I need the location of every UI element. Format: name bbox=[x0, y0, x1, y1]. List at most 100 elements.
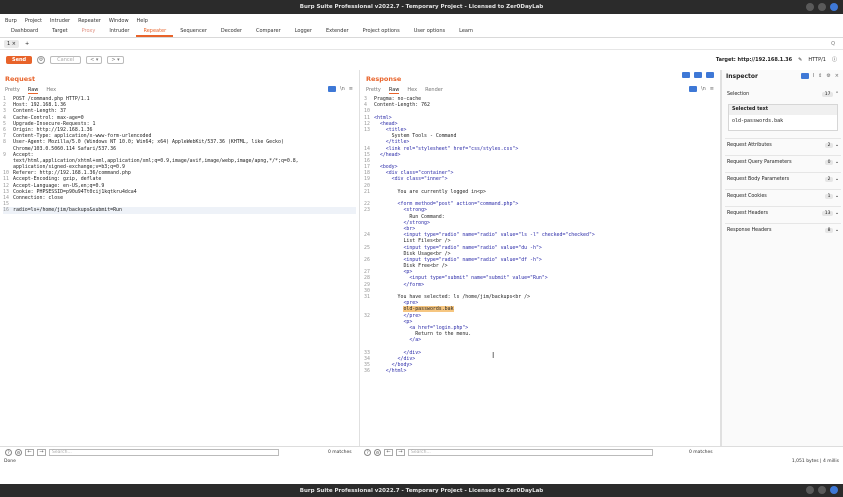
menu-icon[interactable]: ≡ bbox=[349, 86, 353, 92]
tab-intruder[interactable]: Intruder bbox=[102, 26, 136, 37]
search-icon[interactable]: Q bbox=[831, 41, 835, 47]
prev-match-icon[interactable]: ← bbox=[25, 449, 34, 456]
maximize-icon[interactable] bbox=[818, 3, 826, 11]
close-icon[interactable]: × bbox=[835, 73, 839, 79]
response-search-input[interactable]: Search... bbox=[408, 449, 653, 456]
inspector-row-request-attributes[interactable]: Request Attributes 2 ⌄ bbox=[725, 138, 841, 151]
sort-icon[interactable]: I bbox=[813, 73, 814, 79]
chevron-down-icon[interactable]: ⌄ bbox=[833, 143, 839, 148]
chevron-down-icon[interactable]: ⌄ bbox=[833, 228, 839, 233]
expand-icon[interactable]: ⇕ bbox=[818, 73, 822, 79]
close-icon[interactable] bbox=[830, 3, 838, 11]
tab-sequencer[interactable]: Sequencer bbox=[173, 26, 214, 37]
settings-icon[interactable]: ⚙ bbox=[374, 449, 381, 456]
help-icon[interactable]: ? bbox=[364, 449, 371, 456]
response-code: You are currently logged in<p> bbox=[374, 188, 486, 195]
status-text: Done bbox=[4, 459, 16, 464]
maximize-icon[interactable] bbox=[818, 486, 826, 494]
tab-logger[interactable]: Logger bbox=[288, 26, 319, 37]
inspector-row-request-headers[interactable]: Request Headers 13 ⌄ bbox=[725, 206, 841, 219]
back-button[interactable]: < ▾ bbox=[86, 56, 103, 64]
pretty-toggle-icon[interactable] bbox=[327, 86, 336, 92]
inspector-row-request-query-parameters[interactable]: Request Query Parameters 0 ⌄ bbox=[725, 155, 841, 168]
cancel-button[interactable]: Cancel bbox=[50, 56, 82, 64]
settings-icon[interactable]: ⚙ bbox=[15, 449, 22, 456]
menu-item-help[interactable]: Help bbox=[137, 18, 148, 24]
layout-split-icon[interactable] bbox=[682, 72, 690, 78]
add-tab-button[interactable]: + bbox=[25, 41, 29, 47]
response-tab-hex[interactable]: Hex bbox=[407, 87, 417, 94]
selection-row[interactable]: Selection 17 ⌃ bbox=[725, 88, 841, 101]
response-code: </form> bbox=[374, 281, 425, 288]
request-search-controls: ? ⚙ ← → Search... bbox=[5, 449, 279, 456]
repeater-tabs: 1 × + Q bbox=[0, 39, 843, 50]
tab-project-options[interactable]: Project options bbox=[356, 26, 407, 37]
edit-target-icon[interactable]: ✎ bbox=[798, 57, 802, 63]
inspector-row-response-headers[interactable]: Response Headers 8 ⌄ bbox=[725, 223, 841, 236]
inspector-row-request-cookies[interactable]: Request Cookies 1 ⌄ bbox=[725, 189, 841, 202]
response-line: 36 </html> bbox=[364, 368, 717, 374]
newline-icon[interactable]: \n bbox=[340, 86, 345, 92]
window-title: Burp Suite Professional v2022.7 - Tempor… bbox=[299, 4, 544, 10]
tab-user-options[interactable]: User options bbox=[407, 26, 452, 37]
next-match-icon[interactable]: → bbox=[396, 449, 405, 456]
menu-item-burp[interactable]: Burp bbox=[5, 18, 17, 24]
inspector-layout-icon[interactable] bbox=[800, 73, 809, 79]
response-tab-raw[interactable]: Raw bbox=[388, 87, 400, 94]
response-editor[interactable]: 3 Pragma: no-cache 4 Content-Length: 762 10 1… bbox=[364, 96, 717, 446]
response-title: Response bbox=[366, 75, 402, 83]
request-tab-raw[interactable]: Raw bbox=[27, 87, 39, 94]
menu-item-project[interactable]: Project bbox=[25, 18, 42, 24]
window-controls bbox=[806, 3, 838, 11]
request-title: Request bbox=[5, 75, 36, 83]
request-tab-hex[interactable]: Hex bbox=[46, 87, 56, 94]
tab-repeater[interactable]: Repeater bbox=[136, 26, 174, 37]
search-bar: ? ⚙ ← → Search... 0 matches ? ⚙ ← → Sear… bbox=[0, 446, 843, 459]
tab-extender[interactable]: Extender bbox=[319, 26, 356, 37]
response-view-tabs: Pretty Raw Hex Render bbox=[366, 87, 443, 94]
layout-vertical-icon[interactable] bbox=[706, 72, 714, 78]
prev-match-icon[interactable]: ← bbox=[384, 449, 393, 456]
tab-dashboard[interactable]: Dashboard bbox=[4, 26, 45, 37]
response-tab-render[interactable]: Render bbox=[425, 87, 443, 94]
response-tab-pretty[interactable]: Pretty bbox=[366, 87, 381, 94]
close-icon[interactable] bbox=[830, 486, 838, 494]
tab-comparer[interactable]: Comparer bbox=[249, 26, 288, 37]
help-icon[interactable]: ? bbox=[5, 449, 12, 456]
help-icon[interactable]: ⓘ bbox=[832, 56, 837, 63]
minimize-icon[interactable] bbox=[806, 486, 814, 494]
newline-icon[interactable]: \n bbox=[701, 86, 706, 92]
settings-icon[interactable]: ⚙ bbox=[826, 73, 830, 79]
chevron-up-icon[interactable]: ⌃ bbox=[835, 92, 839, 97]
protocol-label[interactable]: HTTP/1 bbox=[808, 57, 826, 63]
chevron-down-icon[interactable]: ⌄ bbox=[833, 194, 839, 199]
next-match-icon[interactable]: → bbox=[37, 449, 46, 456]
request-search-input[interactable]: Search... bbox=[49, 449, 279, 456]
menu-icon[interactable]: ≡ bbox=[710, 86, 714, 92]
chevron-down-icon[interactable]: ⌄ bbox=[833, 177, 839, 182]
gear-icon[interactable]: ⚙ bbox=[37, 56, 46, 64]
selected-text-value[interactable]: old-passwords.bak bbox=[729, 115, 837, 127]
pretty-toggle-icon[interactable] bbox=[688, 86, 697, 92]
inspector-panel: Inspector I ⇕ ⚙ × Selection 17 ⌃ Selecte… bbox=[721, 70, 843, 446]
tab-decoder[interactable]: Decoder bbox=[214, 26, 249, 37]
chevron-down-icon[interactable]: ⌄ bbox=[833, 211, 839, 216]
request-editor[interactable]: 1 POST /command.php HTTP/1.1 2 Host: 192.16… bbox=[3, 96, 356, 446]
menu-item-window[interactable]: Window bbox=[109, 18, 129, 24]
inspector-row-request-body-parameters[interactable]: Request Body Parameters 2 ⌄ bbox=[725, 172, 841, 185]
menu-item-intruder[interactable]: Intruder bbox=[50, 18, 70, 24]
minimize-icon[interactable] bbox=[806, 3, 814, 11]
send-button[interactable]: Send bbox=[6, 56, 33, 64]
tab-learn[interactable]: Learn bbox=[452, 26, 480, 37]
request-tab-pretty[interactable]: Pretty bbox=[5, 87, 20, 94]
tab-proxy[interactable]: Proxy bbox=[75, 26, 103, 37]
line-number: 16 bbox=[3, 207, 9, 214]
tab-target[interactable]: Target bbox=[45, 26, 74, 37]
layout-horizontal-icon[interactable] bbox=[694, 72, 702, 78]
chevron-down-icon[interactable]: ⌄ bbox=[833, 160, 839, 165]
repeater-tab-1[interactable]: 1 × bbox=[4, 40, 19, 48]
title-bar: Burp Suite Professional v2022.7 - Tempor… bbox=[0, 0, 843, 14]
selected-text-highlight[interactable]: old-passwords.bak bbox=[403, 306, 454, 313]
forward-button[interactable]: > ▾ bbox=[107, 56, 124, 64]
menu-item-repeater[interactable]: Repeater bbox=[78, 18, 101, 24]
